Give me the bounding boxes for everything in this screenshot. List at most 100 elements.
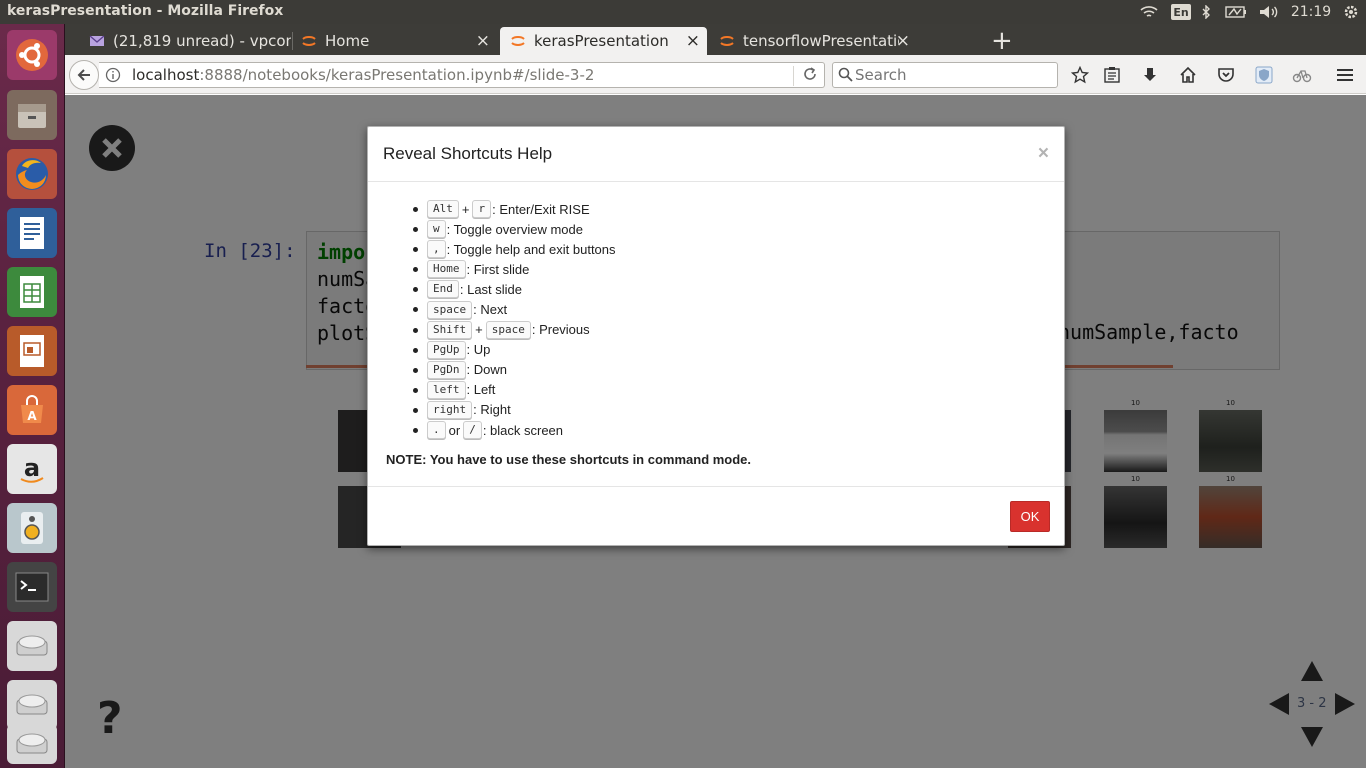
search-bar[interactable] bbox=[832, 62, 1058, 88]
shortcut-description: : Last slide bbox=[459, 281, 523, 297]
pocket-icon[interactable] bbox=[1215, 64, 1237, 86]
modal-header: Reveal Shortcuts Help × bbox=[368, 127, 1064, 182]
shortcut-joiner: + bbox=[475, 322, 483, 338]
svg-text:A: A bbox=[27, 409, 37, 423]
navigation-toolbar: localhost:8888/notebooks/kerasPresentati… bbox=[65, 55, 1366, 94]
drive-icon[interactable] bbox=[7, 621, 57, 671]
url-text[interactable]: localhost:8888/notebooks/kerasPresentati… bbox=[132, 66, 594, 84]
url-path: :8888/notebooks/kerasPresentation.ipynb#… bbox=[199, 66, 595, 84]
window-title: kerasPresentation - Mozilla Firefox bbox=[7, 3, 284, 19]
tab-bar: (21,819 unread) - vpcom Home × kerasPres… bbox=[65, 24, 1366, 56]
modal-title: Reveal Shortcuts Help bbox=[383, 144, 553, 163]
shortcut-key: space bbox=[485, 320, 531, 339]
shortcut-item: PgDn: Down bbox=[413, 360, 616, 380]
url-bar[interactable]: localhost:8888/notebooks/kerasPresentati… bbox=[99, 62, 825, 88]
shortcut-key: right bbox=[427, 400, 473, 419]
reading-list-icon[interactable] bbox=[1101, 64, 1123, 86]
shortcut-description: : black screen bbox=[482, 422, 564, 438]
shortcut-joiner: + bbox=[461, 201, 470, 217]
jupyter-icon bbox=[719, 33, 735, 49]
gear-icon[interactable] bbox=[1340, 0, 1362, 24]
modal-body: Alt + r: Enter/Exit RISE w: Toggle overview… bbox=[368, 182, 1064, 487]
files-icon[interactable] bbox=[7, 90, 57, 140]
launcher: A a bbox=[0, 24, 65, 768]
shortcut-key: r bbox=[472, 200, 492, 219]
shortcut-description: : Up bbox=[466, 342, 491, 358]
svg-text:a: a bbox=[24, 454, 40, 482]
shortcut-key: Shift bbox=[427, 320, 473, 339]
shortcut-key: Home bbox=[427, 260, 466, 279]
shortcut-key: space bbox=[427, 300, 473, 319]
terminal-icon[interactable] bbox=[7, 562, 57, 612]
shortcut-key: PgDn bbox=[427, 360, 466, 379]
keyboard-layout-indicator[interactable]: En bbox=[1171, 4, 1191, 20]
shortcut-key: . bbox=[427, 421, 446, 440]
ok-button[interactable]: OK bbox=[1010, 501, 1050, 532]
shortcut-item: space: Next bbox=[413, 299, 616, 319]
amazon-icon[interactable]: a bbox=[7, 444, 57, 494]
tab-label: tensorflowPresentatio bbox=[743, 32, 899, 50]
shortcut-item: w: Toggle overview mode bbox=[413, 219, 616, 239]
shortcut-description: : Toggle help and exit buttons bbox=[446, 241, 616, 257]
close-icon[interactable]: × bbox=[896, 31, 910, 51]
tab-tensorflow-presentation[interactable]: tensorflowPresentatio × bbox=[709, 27, 917, 55]
drive-icon[interactable] bbox=[7, 724, 57, 764]
shield-icon[interactable] bbox=[1253, 64, 1275, 86]
bookmark-star-icon[interactable] bbox=[1069, 64, 1091, 86]
tab-keras-presentation[interactable]: kerasPresentation × bbox=[500, 27, 707, 55]
info-icon[interactable] bbox=[105, 67, 121, 87]
software-center-icon[interactable]: A bbox=[7, 385, 57, 435]
home-icon[interactable] bbox=[1177, 64, 1199, 86]
close-icon[interactable]: × bbox=[1038, 143, 1049, 165]
shortcut-key: / bbox=[463, 421, 482, 440]
shortcut-description: : Toggle overview mode bbox=[446, 221, 583, 237]
battery-icon[interactable] bbox=[1224, 0, 1248, 24]
sync-icon[interactable] bbox=[1291, 64, 1313, 86]
shortcut-item: Shift + space: Previous bbox=[413, 320, 616, 340]
close-icon[interactable]: × bbox=[476, 31, 490, 51]
shortcut-item: Home: First slide bbox=[413, 259, 616, 279]
writer-icon[interactable] bbox=[7, 208, 57, 258]
close-icon[interactable]: × bbox=[686, 31, 700, 51]
shortcut-key: PgUp bbox=[427, 340, 466, 359]
reload-icon[interactable] bbox=[793, 66, 818, 86]
wifi-icon[interactable] bbox=[1138, 0, 1160, 24]
shortcut-key: left bbox=[427, 380, 466, 399]
command-mode-note: NOTE: You have to use these shortcuts in… bbox=[386, 452, 752, 467]
shortcut-item: left: Left bbox=[413, 380, 616, 400]
tab-home[interactable]: Home × bbox=[291, 27, 497, 55]
shortcut-description: : Enter/Exit RISE bbox=[492, 201, 590, 217]
new-tab-button[interactable]: + bbox=[991, 26, 1013, 56]
shortcut-key: , bbox=[427, 240, 446, 259]
mail-icon bbox=[89, 33, 105, 49]
menu-icon[interactable] bbox=[1334, 64, 1356, 86]
shortcut-description: : Next bbox=[473, 302, 508, 318]
volume-icon[interactable] bbox=[1258, 0, 1280, 24]
top-panel: kerasPresentation - Mozilla Firefox En 2… bbox=[0, 0, 1366, 24]
shortcuts-help-dialog: Reveal Shortcuts Help × Alt + r: Enter/Exi… bbox=[367, 126, 1065, 546]
drive-icon[interactable] bbox=[7, 680, 57, 730]
ubuntu-dash-icon[interactable] bbox=[7, 30, 57, 80]
bluetooth-icon[interactable] bbox=[1199, 0, 1213, 24]
clock[interactable]: 21:19 bbox=[1288, 0, 1334, 24]
shortcut-item: . or /: black screen bbox=[413, 420, 616, 440]
tab-mail[interactable]: (21,819 unread) - vpcom bbox=[79, 27, 291, 55]
shortcut-item: ,: Toggle help and exit buttons bbox=[413, 239, 616, 259]
tab-label: Home bbox=[325, 32, 370, 50]
speakers-icon[interactable] bbox=[7, 503, 57, 553]
shortcut-item: right: Right bbox=[413, 400, 616, 420]
shortcut-key: End bbox=[427, 280, 459, 299]
shortcut-description: : Right bbox=[473, 402, 511, 418]
firefox-icon[interactable] bbox=[7, 149, 57, 199]
url-host: localhost bbox=[132, 66, 200, 84]
shortcut-joiner: or bbox=[448, 422, 461, 438]
download-icon[interactable] bbox=[1139, 64, 1161, 86]
shortcut-description: : Left bbox=[466, 382, 496, 398]
search-input[interactable] bbox=[855, 65, 1053, 85]
jupyter-icon bbox=[301, 33, 317, 49]
calc-icon[interactable] bbox=[7, 267, 57, 317]
impress-icon[interactable] bbox=[7, 326, 57, 376]
back-button[interactable] bbox=[69, 60, 99, 90]
shortcut-description: : Previous bbox=[531, 322, 590, 338]
shortcut-item: Alt + r: Enter/Exit RISE bbox=[413, 199, 616, 219]
